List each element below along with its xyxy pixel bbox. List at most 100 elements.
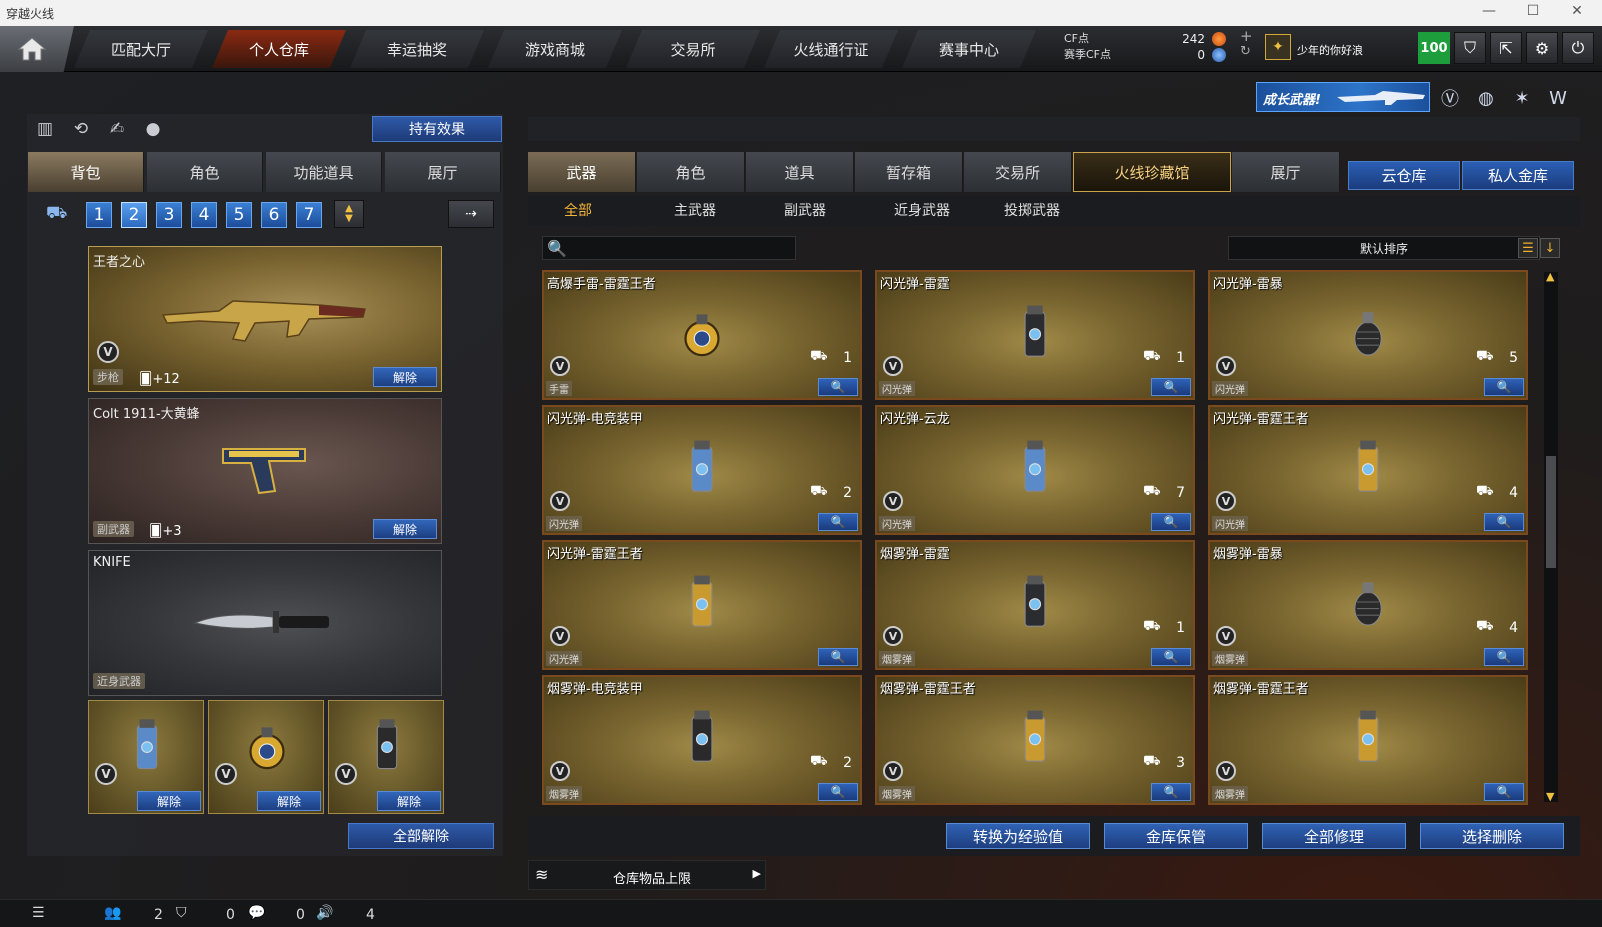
unequip-button[interactable]: 解除 <box>373 519 437 539</box>
weapon-filter-tab[interactable]: 投掷武器 <box>1004 200 1060 220</box>
nav-tab[interactable]: 交易所 <box>626 30 760 68</box>
vip-emblem-icon[interactable]: Ⓥ <box>1436 84 1464 112</box>
slot-scroll-arrows[interactable]: ▲ ▼ <box>334 200 364 228</box>
left-tab[interactable]: 角色 <box>147 152 263 192</box>
warehouse-tab[interactable]: 交易所 <box>964 152 1072 192</box>
growth-weapon-banner[interactable]: 成长武器! <box>1256 82 1430 112</box>
unequip-button[interactable]: 解除 <box>373 367 437 387</box>
inspect-button[interactable]: 🔍 <box>818 648 858 666</box>
warehouse-tab[interactable]: 火线珍藏馆 <box>1073 152 1231 192</box>
list-view-icon[interactable]: ☰ <box>1518 238 1538 258</box>
search-input[interactable]: 🔍 <box>542 236 796 260</box>
effect-button[interactable]: 持有效果 <box>372 116 502 142</box>
globe-icon[interactable]: ◍ <box>1472 84 1500 112</box>
user-profile[interactable]: ✦ 少年的你好浪 <box>1263 32 1413 66</box>
warehouse-action-button[interactable]: 转换为经验值 <box>946 823 1090 849</box>
inventory-item-card[interactable]: 闪光弹-雷暴 V ⛟ 5 闪光弹 🔍 <box>1208 270 1528 400</box>
inventory-item-card[interactable]: 闪光弹-电竞装甲 V ⛟ 2 闪光弹 🔍 <box>542 405 862 535</box>
loadout-slot[interactable]: 1 <box>86 202 112 228</box>
equipped-throwable[interactable]: V 解除 <box>88 700 204 814</box>
left-tab[interactable]: 背包 <box>28 152 144 192</box>
gear-icon[interactable]: ⚙ <box>1526 32 1558 64</box>
inventory-item-card[interactable]: 闪光弹-雷霆王者 V 闪光弹 🔍 <box>542 540 862 670</box>
nav-tab[interactable]: 幸运抽奖 <box>350 30 484 68</box>
equipped-primary[interactable]: 王者之心 V 步枪 🂠+12 解除 <box>88 246 442 392</box>
weapon-filter-tab[interactable]: 主武器 <box>674 200 716 220</box>
minimize-button[interactable]: — <box>1474 3 1504 19</box>
equipped-throwable[interactable]: V 解除 <box>328 700 444 814</box>
nav-tab[interactable]: 个人仓库 <box>212 30 346 68</box>
inventory-item-card[interactable]: 闪光弹-雷霆王者 V ⛟ 4 闪光弹 🔍 <box>1208 405 1528 535</box>
inspect-button[interactable]: 🔍 <box>818 378 858 396</box>
warehouse-action-button[interactable]: 全部修理 <box>1262 823 1406 849</box>
nav-tab[interactable]: 游戏商城 <box>488 30 622 68</box>
weapon-filter-tab[interactable]: 副武器 <box>784 200 826 220</box>
chat-icon[interactable]: 💬 <box>248 905 265 921</box>
loadout-slot[interactable]: 4 <box>191 202 217 228</box>
menu-icon[interactable]: ☰ <box>32 905 45 921</box>
inspect-button[interactable]: 🔍 <box>1484 378 1524 396</box>
loadout-slot[interactable]: 2 <box>121 202 147 228</box>
cloud-storage-button[interactable]: 云仓库 <box>1348 161 1460 190</box>
scrollbar[interactable]: ▲ ▼ <box>1544 270 1558 803</box>
warehouse-action-button[interactable]: 选择删除 <box>1420 823 1564 849</box>
warehouse-tab[interactable]: 展厅 <box>1232 152 1340 192</box>
scroll-down-icon[interactable]: ▼ <box>1546 790 1554 803</box>
scroll-up-icon[interactable]: ▲ <box>1546 270 1554 283</box>
w-emblem-icon[interactable]: W <box>1544 84 1572 112</box>
loadout-slot[interactable]: 6 <box>261 202 287 228</box>
inventory-item-card[interactable]: 烟雾弹-雷暴 V ⛟ 4 烟雾弹 🔍 <box>1208 540 1528 670</box>
grenade-icon[interactable]: ● <box>140 116 166 142</box>
inventory-item-card[interactable]: 烟雾弹-雷霆 V ⛟ 1 烟雾弹 🔍 <box>875 540 1195 670</box>
refresh-icon[interactable]: ↻ <box>1240 44 1251 59</box>
unequip-button[interactable]: 解除 <box>137 791 201 811</box>
sort-select[interactable]: 默认排序 <box>1228 236 1540 260</box>
inventory-item-card[interactable]: 闪光弹-雷霆 V ⛟ 1 闪光弹 🔍 <box>875 270 1195 400</box>
volume-icon[interactable]: 🔊 <box>316 905 333 921</box>
private-vault-button[interactable]: 私人金库 <box>1462 161 1574 190</box>
inspect-button[interactable]: 🔍 <box>818 783 858 801</box>
warehouse-tab[interactable]: 武器 <box>528 152 636 192</box>
inventory-item-card[interactable]: 烟雾弹-电竞装甲 V ⛟ 2 烟雾弹 🔍 <box>542 675 862 805</box>
inventory-item-card[interactable]: 烟雾弹-雷霆王者 V 烟雾弹 🔍 <box>1208 675 1528 805</box>
friends-icon[interactable]: 👥 <box>104 905 121 921</box>
inventory-item-card[interactable]: 闪光弹-云龙 V ⛟ 7 闪光弹 🔍 <box>875 405 1195 535</box>
weapon-filter-tab[interactable]: 近身武器 <box>894 200 950 220</box>
inspect-button[interactable]: 🔍 <box>1484 783 1524 801</box>
left-tab[interactable]: 展厅 <box>385 152 501 192</box>
inspect-button[interactable]: 🔍 <box>1151 378 1191 396</box>
warehouse-tab[interactable]: 道具 <box>746 152 854 192</box>
capacity-bar[interactable]: ≋ 仓库物品上限 ▶ <box>528 860 766 890</box>
nav-tab[interactable]: 匹配大厅 <box>74 30 208 68</box>
equipped-throwable[interactable]: V 解除 <box>208 700 324 814</box>
unequip-button[interactable]: 解除 <box>377 791 441 811</box>
loadout-slot[interactable]: 5 <box>226 202 252 228</box>
recharge-icon[interactable]: + <box>1240 27 1253 45</box>
history-icon[interactable]: ⟲ <box>68 116 94 142</box>
unequip-all-button[interactable]: 全部解除 <box>348 823 494 849</box>
inspect-button[interactable]: 🔍 <box>1151 783 1191 801</box>
loadout-slot[interactable]: 3 <box>156 202 182 228</box>
warehouse-tab[interactable]: 角色 <box>637 152 745 192</box>
inventory-item-card[interactable]: 烟雾弹-雷霆王者 V ⛟ 3 烟雾弹 🔍 <box>875 675 1195 805</box>
nav-tab[interactable]: 火线通行证 <box>764 30 898 68</box>
warehouse-tab[interactable]: 暂存箱 <box>855 152 963 192</box>
unequip-button[interactable]: 解除 <box>257 791 321 811</box>
inspect-button[interactable]: 🔍 <box>818 513 858 531</box>
inspect-button[interactable]: 🔍 <box>1151 648 1191 666</box>
stats-icon[interactable]: ▥ <box>32 116 58 142</box>
inventory-item-card[interactable]: 高爆手雷-雷霆王者 V ⛟ 1 手雷 🔍 <box>542 270 862 400</box>
loadout-slot[interactable]: 7 <box>296 202 322 228</box>
inspect-button[interactable]: 🔍 <box>1151 513 1191 531</box>
close-button[interactable]: ✕ <box>1562 3 1592 19</box>
nav-tab[interactable]: 赛事中心 <box>902 30 1036 68</box>
crest-icon[interactable]: ✶ <box>1508 84 1536 112</box>
warehouse-action-button[interactable]: 金库保管 <box>1104 823 1248 849</box>
shield-icon[interactable]: ⛉ <box>1454 32 1486 64</box>
left-tab[interactable]: 功能道具 <box>266 152 382 192</box>
inspect-button[interactable]: 🔍 <box>1484 513 1524 531</box>
power-icon[interactable]: ⏻ <box>1562 32 1594 64</box>
inspect-button[interactable]: 🔍 <box>1484 648 1524 666</box>
equipped-melee[interactable]: KNIFE 近身武器 <box>88 550 442 696</box>
scroll-thumb[interactable] <box>1546 456 1556 568</box>
